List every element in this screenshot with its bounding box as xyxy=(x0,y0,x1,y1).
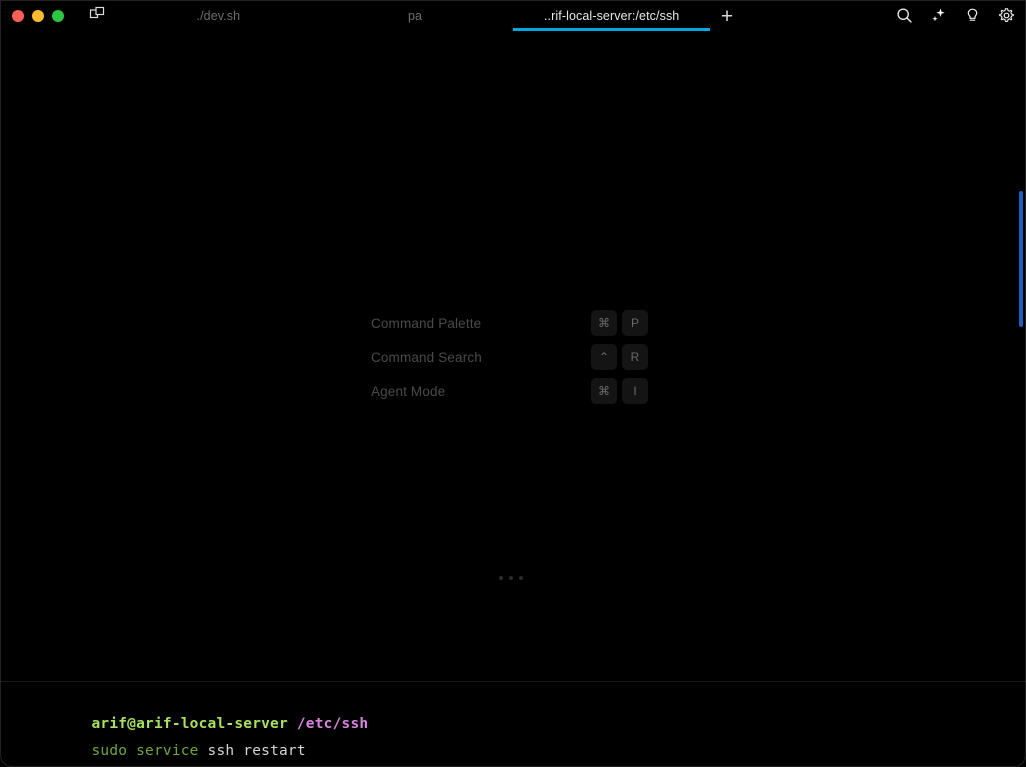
prompt-input-block[interactable]: arif@arif-local-server /etc/ssh sudo ser… xyxy=(0,681,1026,767)
minimize-window-button[interactable] xyxy=(32,10,44,22)
terminal-window: ./dev.sh pa ..rif-local-server:/etc/ssh … xyxy=(0,0,1026,767)
scrollbar-thumb[interactable] xyxy=(1019,191,1023,327)
ellipsis-dot xyxy=(499,576,503,580)
vertical-scrollbar[interactable] xyxy=(1019,62,1025,712)
split-panes-icon xyxy=(89,5,105,26)
shortcut-hints: Command Palette ⌘ P Command Search ⌃ R A… xyxy=(371,306,661,408)
plus-icon: + xyxy=(721,6,733,27)
key-cap-modifier: ⌘ xyxy=(591,310,617,336)
key-cap-letter: P xyxy=(622,310,648,336)
terminal-body[interactable]: Command Palette ⌘ P Command Search ⌃ R A… xyxy=(0,31,1026,681)
split-panes-button[interactable] xyxy=(86,5,108,27)
key-cap-letter: I xyxy=(622,378,648,404)
key-cap-letter: R xyxy=(622,344,648,370)
tab-label: ..rif-local-server:/etc/ssh xyxy=(544,9,679,23)
hint-row-command-palette[interactable]: Command Palette ⌘ P xyxy=(371,306,661,340)
lightbulb-icon[interactable] xyxy=(962,6,982,26)
hint-keys: ⌘ P xyxy=(591,310,648,336)
hint-row-command-search[interactable]: Command Search ⌃ R xyxy=(371,340,661,374)
loading-ellipsis-indicator xyxy=(499,576,523,580)
toolbar-right xyxy=(894,0,1016,31)
hint-label: Command Palette xyxy=(371,316,591,331)
tab-label: pa xyxy=(408,9,422,23)
command-arguments: ssh restart xyxy=(199,743,306,759)
hint-keys: ⌘ I xyxy=(591,378,648,404)
tab-label: ./dev.sh xyxy=(197,9,241,23)
zoom-window-button[interactable] xyxy=(52,10,64,22)
sparkle-ai-icon[interactable] xyxy=(928,6,948,26)
key-cap-modifier: ⌃ xyxy=(591,344,617,370)
command-input-line[interactable]: sudo service ssh restart xyxy=(20,727,306,767)
command-keyword: sudo service xyxy=(91,743,198,759)
key-cap-modifier: ⌘ xyxy=(591,378,617,404)
ellipsis-dot xyxy=(519,576,523,580)
close-window-button[interactable] xyxy=(12,10,24,22)
tab-dev-sh[interactable]: ./dev.sh xyxy=(120,0,317,31)
tab-pa[interactable]: pa xyxy=(317,0,514,31)
ellipsis-dot xyxy=(509,576,513,580)
tab-strip: ./dev.sh pa ..rif-local-server:/etc/ssh xyxy=(120,0,710,31)
hint-label: Command Search xyxy=(371,350,591,365)
hint-keys: ⌃ R xyxy=(591,344,648,370)
hint-row-agent-mode[interactable]: Agent Mode ⌘ I xyxy=(371,374,661,408)
app-root: ./dev.sh pa ..rif-local-server:/etc/ssh … xyxy=(0,0,1026,767)
search-icon[interactable] xyxy=(894,6,914,26)
hint-label: Agent Mode xyxy=(371,384,591,399)
settings-gear-icon[interactable] xyxy=(996,6,1016,26)
tab-arif-local-server-etc-ssh[interactable]: ..rif-local-server:/etc/ssh xyxy=(513,0,710,31)
traffic-light-group xyxy=(0,10,64,22)
new-tab-button[interactable]: + xyxy=(714,3,740,29)
prompt-path: /etc/ssh xyxy=(297,716,368,732)
